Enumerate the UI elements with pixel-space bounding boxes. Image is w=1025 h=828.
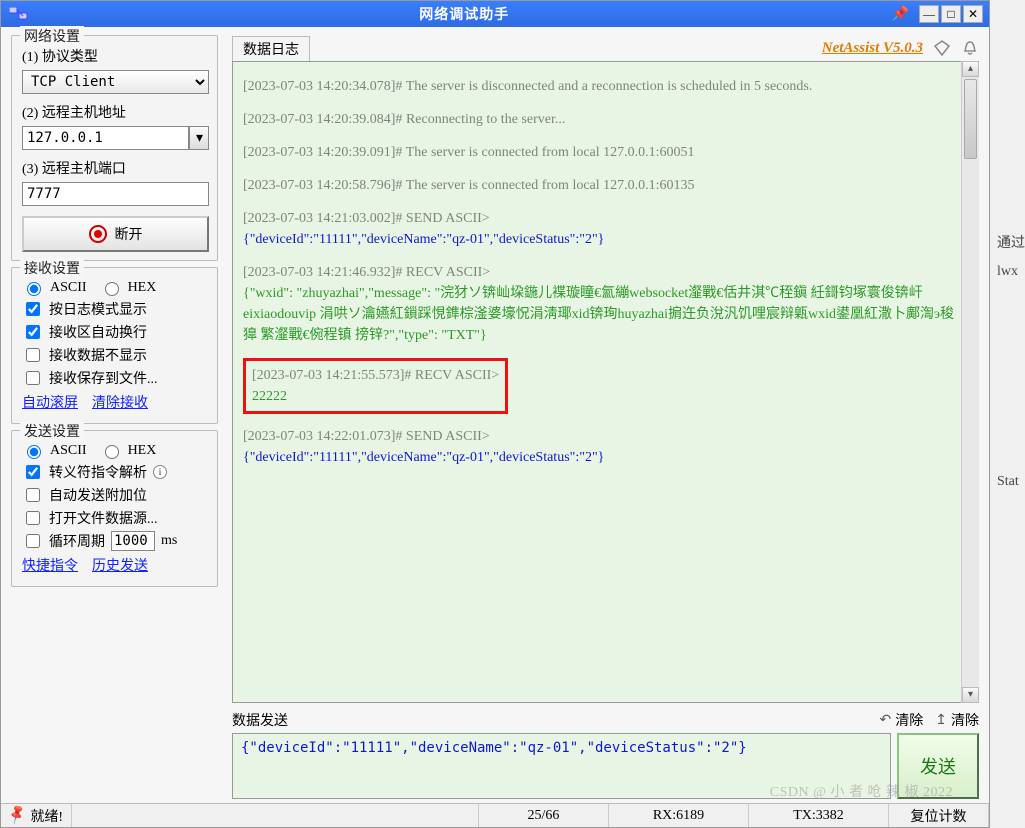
clear-send-button-2[interactable]: ↥清除 bbox=[935, 710, 979, 730]
send-escape-chk[interactable] bbox=[26, 465, 40, 479]
log-panel-title: 数据日志 bbox=[232, 36, 310, 61]
status-rx: RX:6189 bbox=[609, 804, 749, 827]
history-send-link[interactable]: 历史发送 bbox=[92, 555, 148, 575]
minimize-button[interactable]: — bbox=[919, 5, 939, 23]
scroll-thumb[interactable] bbox=[964, 79, 977, 159]
scroll-down-button[interactable]: ▾ bbox=[962, 687, 979, 703]
app-icon bbox=[7, 5, 31, 23]
recv-opt-0[interactable] bbox=[26, 302, 40, 316]
recv-ascii-radio[interactable] bbox=[27, 282, 41, 296]
recv-settings-group: 接收设置 ASCII HEX 按日志模式显示 接收区自动换行 接收数据不显示 接… bbox=[11, 267, 218, 424]
pin-status-icon: 📌 bbox=[6, 804, 30, 827]
recv-settings-legend: 接收设置 bbox=[20, 258, 84, 278]
recv-opt-2[interactable] bbox=[26, 348, 40, 362]
send-settings-legend: 发送设置 bbox=[20, 421, 84, 441]
send-loop-chk[interactable] bbox=[26, 534, 40, 548]
maximize-button[interactable]: □ bbox=[941, 5, 961, 23]
titlebar: 网络调试助手 📌 — □ ✕ bbox=[1, 1, 989, 27]
send-panel-title: 数据发送 bbox=[232, 710, 288, 730]
close-button[interactable]: ✕ bbox=[963, 5, 983, 23]
send-settings-group: 发送设置 ASCII HEX 转义符指令解析 i 自动发送附加位 打开文件数据源… bbox=[11, 430, 218, 587]
recv-opt-1[interactable] bbox=[26, 325, 40, 339]
window-title: 网络调试助手 bbox=[37, 4, 892, 24]
network-settings-legend: 网络设置 bbox=[20, 26, 84, 46]
loop-period-input[interactable] bbox=[111, 531, 155, 551]
port-input[interactable] bbox=[22, 182, 209, 206]
disconnect-button[interactable]: 断开 bbox=[22, 216, 209, 252]
status-counter: 25/66 bbox=[479, 804, 609, 827]
send-auto-suffix-chk[interactable] bbox=[26, 488, 40, 502]
status-tx: TX:3382 bbox=[749, 804, 889, 827]
host-dropdown-button[interactable]: ▾ bbox=[189, 126, 209, 150]
connection-status-icon bbox=[89, 225, 107, 243]
diamond-icon[interactable] bbox=[933, 40, 951, 56]
host-label: (2) 远程主机地址 bbox=[22, 102, 209, 122]
protocol-label: (1) 协议类型 bbox=[22, 46, 209, 66]
send-ascii-radio[interactable] bbox=[27, 445, 41, 459]
up-icon: ↥ bbox=[935, 712, 947, 729]
send-open-file-chk[interactable] bbox=[26, 511, 40, 525]
log-scrollbar[interactable]: ▴ ▾ bbox=[961, 61, 979, 703]
status-ready: 就绪! bbox=[30, 806, 63, 826]
statusbar: 📌就绪! 25/66 RX:6189 TX:3382 复位计数 bbox=[1, 803, 989, 827]
help-icon[interactable]: i bbox=[153, 465, 167, 479]
scroll-up-button[interactable]: ▴ bbox=[962, 61, 979, 77]
undo-icon: ↶ bbox=[880, 712, 892, 729]
recv-hex-radio[interactable] bbox=[105, 282, 119, 296]
status-reset[interactable]: 复位计数 bbox=[889, 804, 989, 827]
auto-scroll-link[interactable]: 自动滚屏 bbox=[22, 392, 78, 412]
port-label: (3) 远程主机端口 bbox=[22, 158, 209, 178]
clear-recv-link[interactable]: 清除接收 bbox=[92, 392, 148, 412]
recv-opt-3[interactable] bbox=[26, 371, 40, 385]
bell-icon[interactable] bbox=[961, 40, 979, 56]
quick-cmd-link[interactable]: 快捷指令 bbox=[22, 555, 78, 575]
log-textarea[interactable]: [2023-07-03 14:20:34.078]# The server is… bbox=[232, 61, 979, 703]
network-settings-group: 网络设置 (1) 协议类型 TCP Client (2) 远程主机地址 ▾ (3… bbox=[11, 35, 218, 261]
cropped-side-text: 通过lwx Stat bbox=[997, 230, 1025, 496]
brand-label[interactable]: NetAssist V5.0.3 bbox=[822, 40, 923, 57]
host-input[interactable] bbox=[22, 126, 189, 150]
send-hex-radio[interactable] bbox=[105, 445, 119, 459]
pin-icon[interactable]: 📌 bbox=[892, 6, 909, 23]
watermark: CSDN @ 小 者 呛 辣 椒 2022 bbox=[770, 781, 953, 801]
clear-send-button-1[interactable]: ↶清除 bbox=[880, 710, 924, 730]
protocol-select[interactable]: TCP Client bbox=[22, 70, 209, 94]
